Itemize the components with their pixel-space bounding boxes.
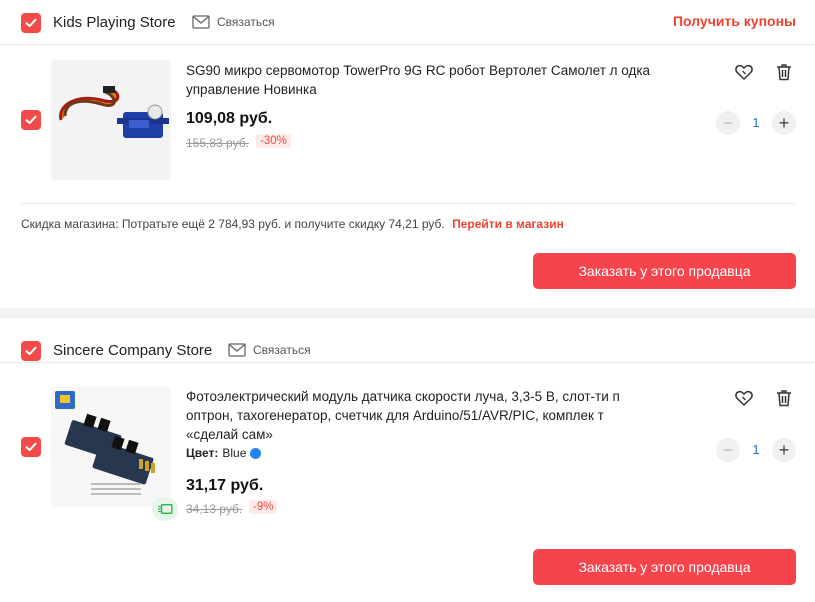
trash-icon bbox=[777, 390, 791, 407]
envelope-icon bbox=[192, 15, 210, 29]
discount-badge: -30% bbox=[256, 134, 291, 148]
contact-seller-button[interactable]: Связаться bbox=[228, 343, 311, 357]
store-discount-label: Скидка магазина: bbox=[21, 217, 119, 231]
go-to-store-link[interactable]: Перейти в магазин bbox=[452, 217, 564, 231]
trash-icon bbox=[777, 64, 791, 81]
store-discount-info: Скидка магазина: Потратьте ещё 2 784,93 … bbox=[21, 217, 564, 231]
product-price: 109,08 руб. bbox=[186, 110, 273, 127]
attribute-label: Цвет: bbox=[186, 446, 219, 460]
add-to-wishlist-button[interactable] bbox=[733, 387, 755, 409]
shipping-badge bbox=[152, 497, 178, 521]
contact-label: Связаться bbox=[253, 343, 311, 357]
store-name[interactable]: Sincere Company Store bbox=[53, 342, 212, 359]
sensor-module-image bbox=[51, 387, 171, 507]
store-select-checkbox[interactable] bbox=[21, 341, 41, 361]
order-from-seller-button[interactable]: Заказать у этого продавца bbox=[533, 253, 796, 289]
get-coupons-link[interactable]: Получить купоны bbox=[673, 13, 796, 29]
store-card-kids-playing: Kids Playing Store Связаться Получить ку… bbox=[0, 0, 815, 308]
quantity-decrease-button[interactable]: − bbox=[716, 438, 740, 462]
delivery-icon bbox=[158, 504, 173, 514]
delete-item-button[interactable] bbox=[773, 61, 795, 83]
product-attribute-color[interactable]: Цвет: Blue bbox=[186, 446, 262, 460]
product-old-price: 34,13 руб. bbox=[186, 502, 243, 516]
discount-badge: -9% bbox=[249, 500, 278, 514]
store-discount-text: Потратьте ещё 2 784,93 руб. и получите с… bbox=[121, 217, 445, 231]
heart-icon bbox=[735, 390, 753, 406]
quantity-value[interactable]: 1 bbox=[746, 442, 766, 457]
delete-item-button[interactable] bbox=[773, 387, 795, 409]
store-header: Kids Playing Store Связаться Получить ку… bbox=[0, 0, 815, 45]
add-to-wishlist-button[interactable] bbox=[733, 61, 755, 83]
store-select-checkbox[interactable] bbox=[21, 13, 41, 33]
quantity-decrease-button[interactable]: − bbox=[716, 111, 740, 135]
contact-label: Связаться bbox=[217, 15, 275, 29]
checkbox-checked-icon bbox=[25, 18, 37, 27]
store-header: Sincere Company Store Связаться bbox=[0, 318, 815, 363]
section-separator bbox=[0, 308, 815, 318]
quantity-increase-button[interactable]: + bbox=[772, 111, 796, 135]
quantity-value[interactable]: 1 bbox=[746, 115, 766, 130]
product-price: 31,17 руб. bbox=[186, 477, 264, 494]
attribute-value: Blue bbox=[222, 446, 247, 460]
checkbox-checked-icon bbox=[25, 442, 37, 451]
product-image[interactable] bbox=[51, 387, 171, 507]
checkbox-checked-icon bbox=[25, 346, 37, 355]
product-title[interactable]: SG90 микро сервомотор TowerPro 9G RC роб… bbox=[186, 61, 656, 99]
envelope-icon bbox=[228, 343, 246, 357]
quantity-increase-button[interactable]: + bbox=[772, 438, 796, 462]
servo-motor-image bbox=[51, 60, 171, 180]
divider bbox=[20, 203, 795, 204]
contact-seller-button[interactable]: Связаться bbox=[192, 15, 275, 29]
product-title[interactable]: Фотоэлектрический модуль датчика скорост… bbox=[186, 387, 648, 444]
item-select-checkbox[interactable] bbox=[21, 437, 41, 457]
product-old-price: 155,83 руб. bbox=[186, 136, 249, 150]
heart-icon bbox=[735, 64, 753, 80]
item-select-checkbox[interactable] bbox=[21, 110, 41, 130]
color-swatch bbox=[250, 447, 262, 459]
order-from-seller-button[interactable]: Заказать у этого продавца bbox=[533, 549, 796, 585]
checkbox-checked-icon bbox=[25, 115, 37, 124]
store-name[interactable]: Kids Playing Store bbox=[53, 14, 176, 31]
product-image[interactable] bbox=[51, 60, 171, 180]
